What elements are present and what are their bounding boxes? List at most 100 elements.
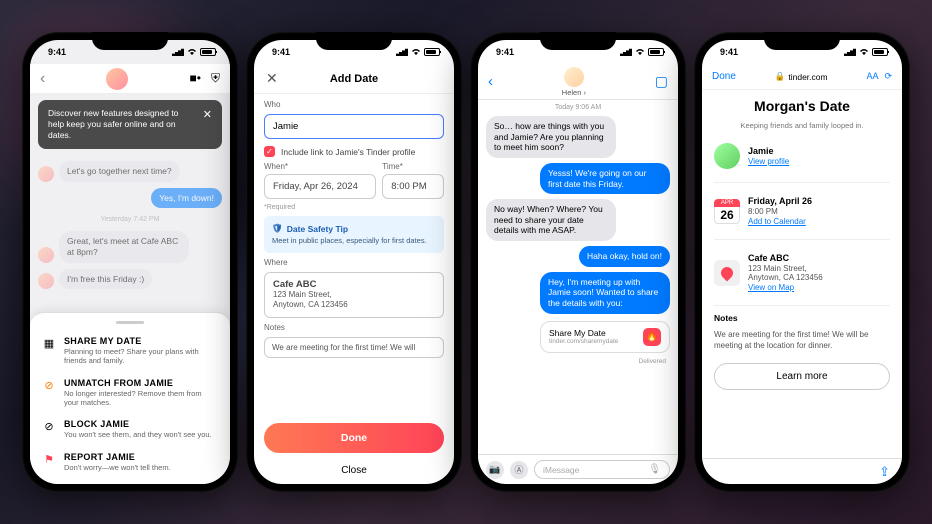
menu-block[interactable]: ⊘ BLOCK JAMIEYou won't see them, and the… [30, 413, 230, 445]
feature-banner: Discover new features designed to help k… [38, 100, 222, 149]
back-chevron-icon[interactable]: ‹ [488, 73, 493, 90]
wifi-icon [187, 48, 197, 56]
unmatch-icon: ⊘ [42, 379, 56, 392]
sheet-handle[interactable] [116, 321, 144, 324]
chat-timestamp: Today 9:06 AM [486, 104, 670, 111]
chat-timestamp: Yesterday 7:42 PM [38, 216, 222, 223]
battery-icon [872, 48, 888, 56]
menu-unmatch[interactable]: ⊘ UNMATCH FROM JAMIENo longer interested… [30, 372, 230, 414]
when-input[interactable]: Friday, Apr 26, 2024 [264, 174, 376, 199]
battery-icon [200, 48, 216, 56]
who-input[interactable]: Jamie [264, 114, 444, 139]
message-in: No way! When? Where? You need to share y… [486, 199, 616, 241]
url-bar[interactable]: 🔒tinder.com [775, 71, 828, 82]
safari-toolbar: ⇪ [702, 458, 902, 484]
avatar-icon [38, 166, 54, 182]
close-icon[interactable]: ✕ [203, 108, 212, 141]
time-label: Time* [382, 162, 444, 171]
view-map-link[interactable]: View on Map [748, 283, 823, 292]
signal-icon [396, 48, 408, 56]
page-title: Add Date [330, 73, 378, 85]
facetime-icon[interactable]: ▢ [655, 73, 668, 90]
message-out: Yes, I'm down! [151, 188, 222, 209]
add-calendar-link[interactable]: Add to Calendar [748, 217, 812, 226]
message-in: Let's go together next time? [59, 161, 180, 182]
notes-label: Notes [264, 323, 444, 332]
safety-tip: 🛡Date Safety Tip Meet in public places, … [264, 216, 444, 253]
done-button[interactable]: Done [712, 71, 736, 82]
video-icon[interactable]: ■• [190, 71, 201, 86]
share-icon[interactable]: ⇪ [879, 464, 890, 480]
imessage-thread: Today 9:06 AM So… how are things with yo… [478, 100, 678, 454]
battery-icon [424, 48, 440, 56]
message-in: Great, let's meet at Cafe ABC at 8pm? [59, 231, 189, 262]
where-input[interactable]: Cafe ABC 123 Main Street,Anytown, CA 123… [264, 272, 444, 318]
calendar-icon: ▦ [42, 337, 56, 350]
where-row: Cafe ABC 123 Main Street,Anytown, CA 123… [714, 247, 890, 298]
menu-report[interactable]: ⚑ REPORT JAMIEDon't worry—we won't tell … [30, 446, 230, 478]
camera-icon[interactable]: 📷 [486, 461, 504, 479]
calendar-icon: APR 26 [714, 199, 740, 224]
imessage-header: ‹ Helen › ▢ [478, 64, 678, 100]
reload-icon[interactable]: ⟳ [884, 71, 892, 82]
phone-4: 9:41 Done 🔒tinder.com AA ⟳ Morgan's Date… [694, 32, 910, 492]
who-label: Who [264, 100, 444, 109]
who-row: Jamie View profile [714, 137, 890, 175]
view-profile-link[interactable]: View profile [748, 157, 789, 166]
contact-avatar [564, 67, 584, 87]
contact-avatar[interactable] [106, 68, 128, 90]
menu-share-date[interactable]: ▦ SHARE MY DATEPlanning to meet? Share y… [30, 330, 230, 372]
required-note: *Required [264, 204, 444, 211]
flag-icon: ⚑ [42, 453, 56, 466]
shield-icon[interactable]: ⛨ [211, 71, 220, 86]
checkbox-checked-icon: ✓ [264, 146, 275, 157]
back-chevron-icon[interactable]: ‹ [40, 70, 45, 88]
text-size-icon[interactable]: AA [866, 71, 878, 82]
tinder-flame-icon: 🔥 [643, 328, 661, 346]
wifi-icon [411, 48, 421, 56]
phone-2: 9:41 ✕ Add Date Who Jamie ✓ Include link… [246, 32, 462, 492]
lock-icon: 🔒 [775, 71, 786, 82]
close-button[interactable]: Close [264, 458, 444, 478]
battery-icon [648, 48, 664, 56]
banner-text: Discover new features designed to help k… [48, 108, 197, 141]
contact-info[interactable]: Helen › [562, 67, 586, 97]
mic-icon[interactable]: 🎙 [648, 464, 661, 475]
delivered-status: Delivered [486, 358, 670, 365]
when-label: When* [264, 162, 376, 171]
notes-input[interactable]: We are meeting for the first time! We wi… [264, 337, 444, 358]
clock: 9:41 [48, 47, 66, 57]
form-header: ✕ Add Date [254, 64, 454, 94]
app-store-icon[interactable]: Ⓐ [510, 461, 528, 479]
avatar-icon [38, 247, 54, 263]
wifi-icon [635, 48, 645, 56]
divider [714, 305, 890, 306]
divider [714, 182, 890, 183]
phone-3: 9:41 ‹ Helen › ▢ Today 9:06 AM So… how a… [470, 32, 686, 492]
match-avatar [714, 143, 740, 169]
chat-header: ‹ ■• ⛨ [30, 64, 230, 94]
page-subtitle: Keeping friends and family looped in. [714, 121, 890, 130]
done-button[interactable]: Done [264, 423, 444, 453]
block-icon: ⊘ [42, 420, 56, 433]
clock: 9:41 [272, 47, 290, 57]
learn-more-button[interactable]: Learn more [714, 363, 890, 390]
add-date-form: Who Jamie ✓ Include link to Jamie's Tind… [254, 94, 454, 484]
message-input-bar: 📷 Ⓐ iMessage 🎙 [478, 454, 678, 484]
message-out: Hey, I'm meeting up with Jamie soon! Wan… [540, 272, 670, 314]
include-link-checkbox[interactable]: ✓ Include link to Jamie's Tinder profile [264, 146, 444, 157]
message-input[interactable]: iMessage 🎙 [534, 460, 670, 479]
message-out: Yesss! We're going on our first date thi… [540, 163, 670, 194]
phone-1: 9:41 ‹ ■• ⛨ Discover new features design… [22, 32, 238, 492]
message-out: Haha okay, hold on! [579, 246, 670, 267]
chat-messages: Let's go together next time? Yes, I'm do… [30, 155, 230, 312]
share-my-date-card[interactable]: Share My Date tinder.com/sharemydate 🔥 [540, 321, 670, 353]
action-sheet: ▦ SHARE MY DATEPlanning to meet? Share y… [30, 312, 230, 484]
shield-icon: 🛡 [272, 223, 283, 234]
shared-date-page: Morgan's Date Keeping friends and family… [702, 90, 902, 458]
safari-header: Done 🔒tinder.com AA ⟳ [702, 64, 902, 90]
avatar-icon [38, 273, 54, 289]
time-input[interactable]: 8:00 PM [382, 174, 444, 199]
message-in: I'm free this Friday :) [59, 269, 152, 290]
close-icon[interactable]: ✕ [266, 70, 278, 87]
